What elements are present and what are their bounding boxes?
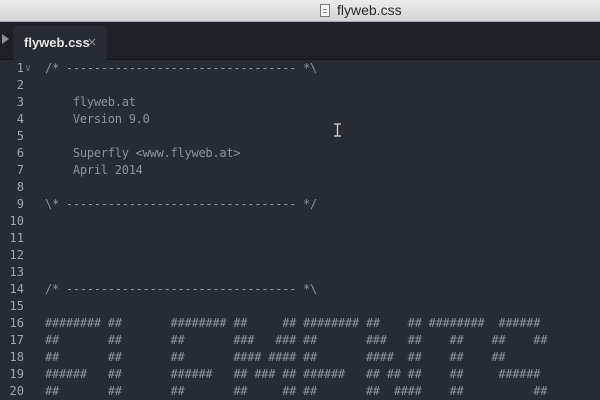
- line-number: 5: [16, 129, 24, 143]
- code-text: ###### ## ###### ## ### ## ###### ## ## …: [45, 367, 541, 381]
- code-line[interactable]: 13: [0, 264, 600, 281]
- line-number: 2: [16, 78, 24, 92]
- line-number: 1: [16, 61, 24, 75]
- line-number: 11: [9, 231, 24, 245]
- code-line[interactable]: 7 April 2014: [0, 162, 600, 179]
- code-text: ######## ## ######## ## ## ######## ## #…: [45, 316, 541, 330]
- fold-chevron-icon[interactable]: ∨: [25, 60, 31, 77]
- code-line[interactable]: 6 Superfly <www.flyweb.at>: [0, 145, 600, 162]
- window-title-group: flyweb.css: [320, 2, 402, 19]
- code-line[interactable]: 8: [0, 179, 600, 196]
- line-number: 15: [9, 299, 24, 313]
- code-line[interactable]: 5: [0, 128, 600, 145]
- tab-bar: flyweb.css ×: [0, 22, 600, 60]
- tab-label: flyweb.css: [24, 35, 90, 50]
- code-line[interactable]: 14 /* --------------------------------- *…: [0, 281, 600, 298]
- code-line[interactable]: 4 Version 9.0: [0, 111, 600, 128]
- code-line[interactable]: 19 ###### ## ###### ## ### ## ###### ## #…: [0, 366, 600, 383]
- code-line[interactable]: 15: [0, 298, 600, 315]
- code-line[interactable]: 18 ## ## ## #### #### ## #### ## ## ##: [0, 349, 600, 366]
- line-number: 19: [9, 367, 24, 381]
- sidebar-toggle-icon[interactable]: [2, 34, 9, 44]
- line-number: 7: [16, 163, 24, 177]
- code-line[interactable]: 10: [0, 213, 600, 230]
- code-editor[interactable]: 1 ∨ /* --------------------------------- *…: [0, 60, 600, 400]
- line-number: 13: [9, 265, 24, 279]
- line-number: 12: [9, 248, 24, 262]
- code-line[interactable]: 1 ∨ /* --------------------------------- *…: [0, 60, 600, 77]
- code-line[interactable]: 2: [0, 77, 600, 94]
- code-text: ## ## ## ## ## ## ## #### ## ##: [45, 384, 548, 398]
- line-number: 9: [16, 197, 24, 211]
- line-number: 14: [9, 282, 24, 296]
- window-titlebar: flyweb.css: [0, 0, 600, 22]
- code-text: Superfly <www.flyweb.at>: [45, 146, 241, 160]
- code-text: ## ## ## ### ### ## ### ## ## ## ##: [45, 333, 548, 347]
- code-text: /* --------------------------------- *\: [45, 61, 318, 75]
- line-number: 20: [9, 384, 24, 398]
- line-number: 8: [16, 180, 24, 194]
- line-number: 18: [9, 350, 24, 364]
- code-text: \* --------------------------------- */: [45, 197, 318, 211]
- line-number: 17: [9, 333, 24, 347]
- code-line[interactable]: 20 ## ## ## ## ## ## ## #### ## ##: [0, 383, 600, 400]
- line-number: 16: [9, 316, 24, 330]
- line-number: 10: [9, 214, 24, 228]
- window-title: flyweb.css: [337, 2, 402, 18]
- text-cursor-icon: [334, 123, 341, 137]
- document-icon: [320, 4, 330, 17]
- close-icon[interactable]: ×: [87, 35, 97, 49]
- tab-flyweb-css[interactable]: flyweb.css ×: [13, 26, 107, 60]
- code-text: flyweb.at: [45, 95, 136, 109]
- code-line[interactable]: 9 \* --------------------------------- */: [0, 196, 600, 213]
- line-number: 4: [16, 112, 24, 126]
- line-number: 6: [16, 146, 24, 160]
- code-line[interactable]: 12: [0, 247, 600, 264]
- code-line[interactable]: 11: [0, 230, 600, 247]
- code-text: April 2014: [45, 163, 143, 177]
- code-text: Version 9.0: [45, 112, 150, 126]
- line-number: 3: [16, 95, 24, 109]
- code-text: /* --------------------------------- *\: [45, 282, 318, 296]
- code-line[interactable]: 17 ## ## ## ### ### ## ### ## ## ## ##: [0, 332, 600, 349]
- code-text: ## ## ## #### #### ## #### ## ## ##: [45, 350, 506, 364]
- code-line[interactable]: 3 flyweb.at: [0, 94, 600, 111]
- code-line[interactable]: 16 ######## ## ######## ## ## ######## ##…: [0, 315, 600, 332]
